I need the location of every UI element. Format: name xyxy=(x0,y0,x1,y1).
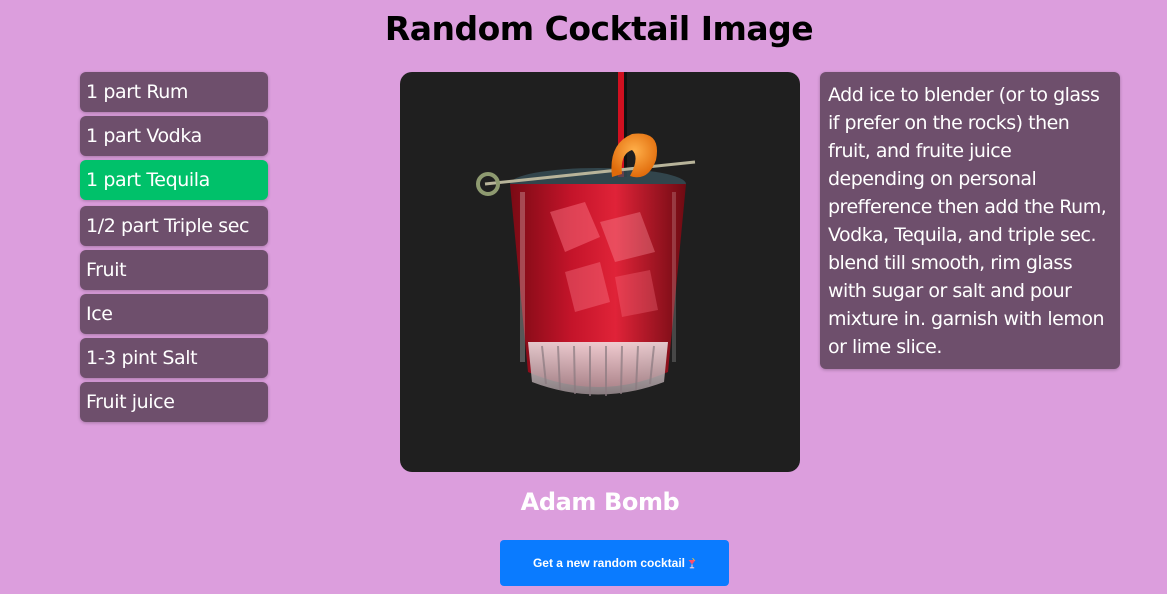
new-random-cocktail-label: Get a new random cocktail xyxy=(532,556,686,570)
page-title: Random Cocktail Image xyxy=(384,9,814,48)
ingredient-item[interactable]: Fruit juice xyxy=(80,382,268,422)
ingredient-item[interactable]: Fruit xyxy=(80,250,268,290)
cocktail-image xyxy=(400,72,800,472)
ingredient-item[interactable]: 1/2 part Triple sec xyxy=(80,206,268,246)
new-random-cocktail-button[interactable]: Get a new random cocktail xyxy=(500,540,729,586)
ingredient-item-highlighted[interactable]: 1 part Tequila xyxy=(80,160,268,200)
ingredient-list: 1 part Rum 1 part Vodka 1 part Tequila 1… xyxy=(80,72,268,426)
ingredient-item[interactable]: Ice xyxy=(80,294,268,334)
ingredient-item[interactable]: 1-3 pint Salt xyxy=(80,338,268,378)
cocktail-name: Adam Bomb xyxy=(520,488,680,516)
instructions-card: Add ice to blender (or to glass if prefe… xyxy=(820,72,1120,369)
cocktail-photo-illustration xyxy=(476,72,696,396)
ingredient-item[interactable]: 1 part Rum xyxy=(80,72,268,112)
tropical-drink-icon xyxy=(688,557,696,569)
ingredient-item[interactable]: 1 part Vodka xyxy=(80,116,268,156)
